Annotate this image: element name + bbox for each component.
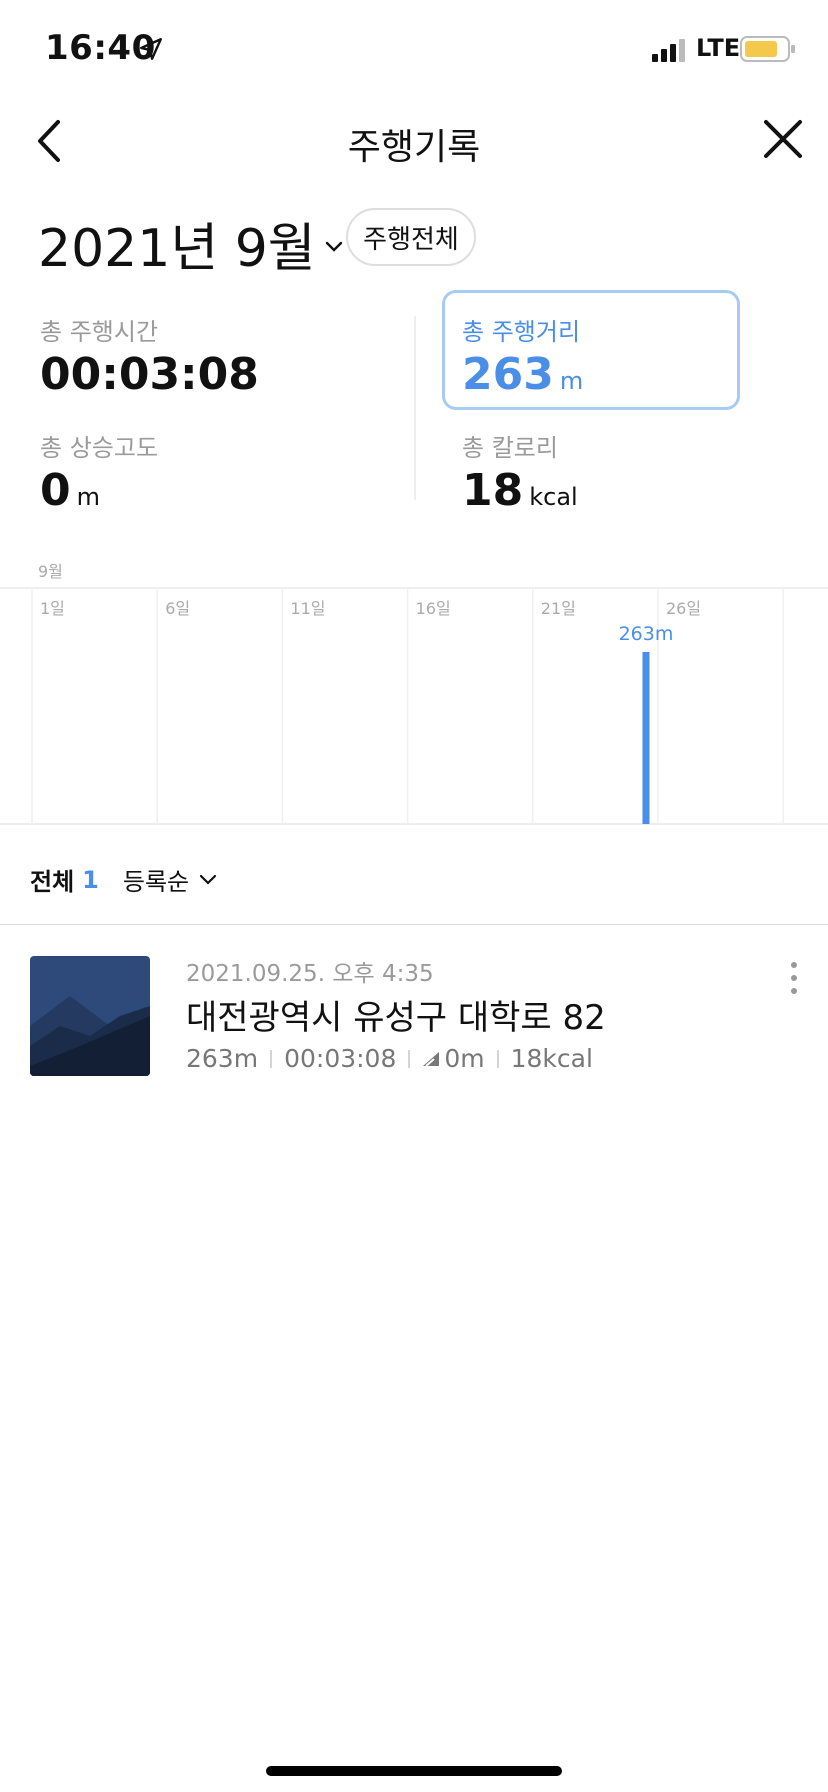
stats-divider (414, 316, 416, 500)
sort-dropdown[interactable]: 등록순 (123, 862, 217, 897)
stat-separator (496, 1049, 499, 1068)
stat-distance-value: 263 (462, 349, 554, 400)
battery-icon (740, 36, 795, 62)
stat-calories-label: 총 칼로리 (462, 434, 558, 462)
record-calories: 18kcal (510, 1044, 593, 1073)
chart-tick-label: 21일 (541, 599, 576, 618)
chart-tick-label: 26일 (666, 599, 701, 618)
record-date: 2021.09.25. 오후 4:35 (186, 961, 434, 987)
stat-elevation-label: 총 상승고도 (40, 434, 159, 462)
stat-separator (408, 1049, 411, 1068)
stat-time[interactable]: 총 주행시간 00:03:08 (40, 312, 259, 400)
chart-tick-label: 1일 (40, 599, 65, 618)
chart-tick-label: 11일 (290, 599, 325, 618)
record-count: 1 (82, 865, 99, 894)
chart-title: 9월 (38, 562, 63, 581)
record-elevation: 0m (444, 1044, 485, 1073)
page-title: 주행기록 (347, 127, 481, 168)
chart-tick-label: 6일 (165, 599, 190, 618)
chevron-down-icon (325, 241, 342, 252)
stat-calories[interactable]: 총 칼로리 18 kcal (462, 428, 578, 516)
filter-chip[interactable]: 주행전체 (346, 208, 476, 266)
month-selector[interactable]: 2021년 9월 (38, 206, 344, 281)
stat-separator (270, 1049, 273, 1068)
chart-tick-label: 16일 (416, 599, 451, 618)
route-thumbnail[interactable] (30, 956, 150, 1076)
stat-calories-value: 18 (462, 465, 524, 516)
stat-distance[interactable]: 총 주행거리 263 m (462, 312, 583, 400)
stat-elevation-unit: m (76, 483, 101, 511)
list-header: 전체 1 등록순 (30, 862, 217, 897)
stat-calories-unit: kcal (529, 483, 578, 511)
chevron-down-icon (200, 874, 217, 885)
stat-elevation-value: 0 (40, 465, 71, 516)
location-arrow-icon (140, 38, 162, 60)
stat-distance-label: 총 주행거리 (462, 318, 581, 346)
network-label: LTE (696, 34, 741, 62)
close-icon[interactable] (762, 118, 804, 160)
stat-elevation[interactable]: 총 상승고도 0m (40, 428, 158, 516)
list-divider (0, 924, 828, 925)
all-label: 전체 (30, 868, 75, 896)
signal-icon (652, 39, 685, 62)
month-label: 2021년 9월 (38, 219, 316, 279)
record-duration: 00:03:08 (284, 1044, 397, 1073)
record-distance: 263m (186, 1044, 259, 1073)
elevation-icon (423, 1051, 440, 1067)
more-options-icon[interactable] (784, 960, 804, 996)
home-indicator (266, 1766, 562, 1776)
sort-label: 등록순 (122, 868, 190, 896)
stat-time-label: 총 주행시간 (40, 318, 159, 346)
record-stats: 263m 00:03:08 0m 18kcal (186, 1044, 593, 1073)
stat-time-value: 00:03:08 (40, 349, 259, 400)
stat-distance-unit: m (559, 367, 584, 395)
chart-data-label: 263m (619, 623, 674, 645)
record-title: 대전광역시 유성구 대학로 82 (186, 998, 606, 1038)
chart-bar (642, 652, 650, 824)
distance-chart[interactable]: 1일 6일 11일 16일 21일 26일 263m (0, 586, 828, 826)
